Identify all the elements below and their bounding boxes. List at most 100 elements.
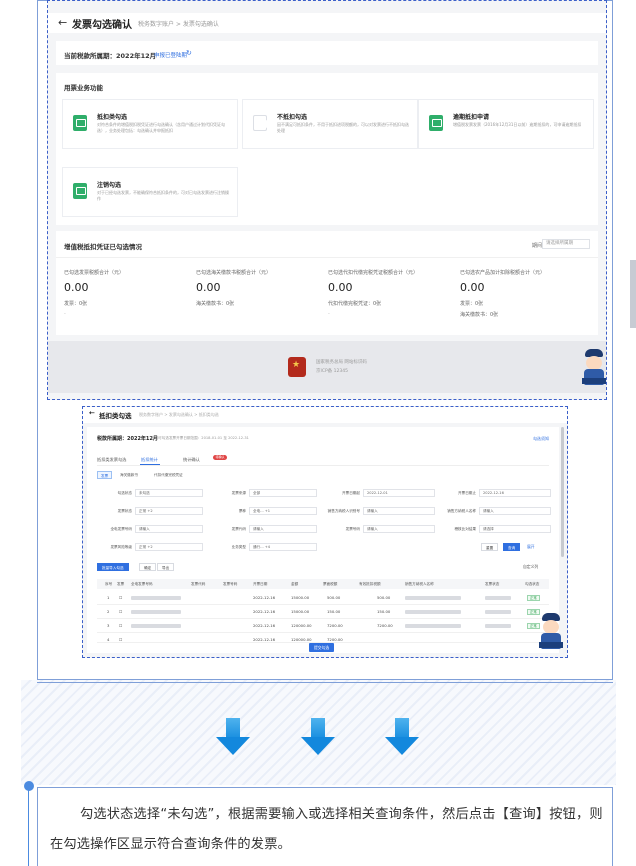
column-header: 开票日期 <box>253 582 268 586</box>
function-name: 不抵扣勾选 <box>277 114 308 121</box>
audit-result-select[interactable]: 稽核比对结果 请选择 <box>454 525 551 533</box>
field-value[interactable]: 正常 +2 <box>135 543 203 551</box>
side-scroll-tab[interactable] <box>630 260 636 328</box>
stat-extra: - <box>64 311 66 317</box>
amount: 15000.00 <box>291 595 310 600</box>
field-value[interactable]: 正常 +2 <box>135 507 203 515</box>
field-value[interactable]: 2022-12-01 <box>363 489 435 497</box>
back-arrow-icon[interactable]: ← <box>58 16 67 29</box>
issue-date-end[interactable]: 开票日期止 2022-12-16 <box>458 489 551 497</box>
invoice-status-select[interactable]: 发票状态 正常 +2 <box>118 507 203 515</box>
table-row[interactable]: 1 ☐ 2022-12-16 15000.00 500.00 500.00 正常 <box>97 591 549 605</box>
period-note: 当前可勾选发票开票日期范围：2018-01-01 至 2022-12-31 <box>151 436 249 440</box>
invoice-number-input[interactable]: 发票号码 请输入 <box>346 525 435 533</box>
stat-count: 发票：0张 <box>460 301 484 307</box>
e-invoice-number-input[interactable]: 全电发票号码 请输入 <box>110 525 203 533</box>
stat-customs-tax: 已勾选海关缴款书税额合计（元） 0.00 海关缴款书：0张 <box>196 269 326 307</box>
refresh-icon[interactable]: ↻ <box>186 49 192 57</box>
export-button[interactable]: 导出 <box>157 563 175 571</box>
stat-value: 0.00 <box>460 281 485 294</box>
field-value[interactable]: 全部 <box>249 489 317 497</box>
business-type-select[interactable]: 业务类型 通行... +4 <box>232 543 317 551</box>
stat-count: 代扣代缴完税凭证：0张 <box>328 301 382 307</box>
tab-invoice-selection[interactable]: 抵扣类发票勾选 <box>97 457 126 463</box>
field-value[interactable]: 请输入 <box>363 525 435 533</box>
back-arrow-icon[interactable]: ← <box>89 409 95 417</box>
issue-date-start[interactable]: 开票日期起 2022-12-01 <box>342 489 435 497</box>
bullet-dot-icon <box>24 781 34 791</box>
field-value[interactable]: 2022-12-16 <box>479 489 551 497</box>
site-footer: ★ 国家税务总局 网站标识码 京ICP备 12345 <box>48 341 606 393</box>
stat-label: 已勾选代扣代缴完税凭证税额合计（元） <box>328 270 419 276</box>
down-arrow-icon <box>301 718 335 758</box>
function-overdue-application[interactable]: 逾期抵扣申请 增值税发票发票（2016年12月31日以前）逾期抵扣的，可申请逾期… <box>418 99 594 149</box>
stat-label: 已勾选农产品加计扣除税额合计（元） <box>460 270 546 276</box>
field-value[interactable]: 未勾选 <box>135 489 203 497</box>
column-header: 序号 <box>105 582 113 586</box>
period-select-label: 期间 <box>532 243 543 249</box>
assistant-avatar-icon[interactable] <box>539 613 563 649</box>
invoice-type-select[interactable]: 票种 全电... +1 <box>239 507 317 515</box>
field-value[interactable]: 请输入 <box>249 525 317 533</box>
row-checkbox[interactable]: ☐ <box>119 619 122 633</box>
stat-value: 0.00 <box>328 281 353 294</box>
tab-statistics[interactable]: 抵扣统计 <box>141 457 158 463</box>
invoice-code-input[interactable]: 发票代码 请输入 <box>232 525 317 533</box>
amount: 15000.00 <box>291 609 310 614</box>
function-nondeductible-selection[interactable]: 不抵扣勾选 因不满足可抵扣条件，不用于抵扣进项税额的，可以对发票进行不抵扣勾选处… <box>242 99 418 149</box>
field-value[interactable]: 请选择 <box>479 525 551 533</box>
submit-selection-button[interactable]: 提交勾选 <box>309 643 335 652</box>
field-value[interactable]: 全电... +1 <box>249 507 317 515</box>
field-value[interactable]: 请输入 <box>363 507 435 515</box>
column-header: 有效抵扣税额 <box>359 582 381 586</box>
row-checkbox[interactable]: ☐ <box>119 591 122 605</box>
stat-value: 0.00 <box>196 281 221 294</box>
field-label: 开票日期止 <box>458 491 476 495</box>
assistant-avatar-icon[interactable] <box>582 349 606 385</box>
page-header: ← 抵扣类勾选 税务数字账户 > 发票勾选确认 > 抵扣类勾选 <box>83 407 567 423</box>
amount: 120000.00 <box>291 623 312 628</box>
tax-period: 税款所属期：2022年12月 <box>97 436 158 442</box>
function-name: 抵扣类勾选 <box>97 114 128 121</box>
field-value[interactable]: 通行... +4 <box>249 543 317 551</box>
expand-link[interactable]: 展开 <box>527 544 535 550</box>
chip-withholding[interactable]: 代扣代缴完税凭证 <box>151 471 186 479</box>
stat-value: 0.00 <box>64 281 89 294</box>
function-cancel-selection[interactable]: 注销勾选 对于已经勾选发票，不能确保符合抵扣条件的，可对已勾选发票进行注销操作 <box>62 167 238 217</box>
function-deductible-selection[interactable]: 抵扣类勾选 对符合条件的增值税扣税凭证进行勾选确认（含用户通过计划代扣凭证勾选）… <box>62 99 238 149</box>
function-desc: 对符合条件的增值税扣税凭证进行勾选确认（含用户通过计划代扣凭证勾选），业务处理包… <box>97 122 225 133</box>
scrollbar[interactable] <box>561 427 564 557</box>
confirm-row-button[interactable]: 确定 <box>139 563 157 571</box>
period-select[interactable]: 请选择所属期 <box>542 239 590 249</box>
field-value[interactable]: 请输入 <box>135 525 203 533</box>
function-name: 注销勾选 <box>97 182 122 189</box>
seller-taxid-input[interactable]: 销售方纳税人识别号 请输入 <box>328 507 435 515</box>
chip-invoice[interactable]: 发票 <box>97 471 113 479</box>
breadcrumb: 税务数字账户 > 发票勾选确认 <box>138 21 219 28</box>
table-row[interactable]: 4 ☐ 2022-12-16 120000.00 7200.00 <box>97 633 549 643</box>
query-button[interactable]: 查询 <box>503 543 521 551</box>
help-link[interactable]: 勾选须知 <box>533 436 549 442</box>
field-value[interactable]: 请输入 <box>479 507 551 515</box>
function-desc: 因不满足可抵扣条件，不用于抵扣进项税额的，可以对发票进行不抵扣勾选处理 <box>277 122 409 133</box>
tab-confirm[interactable]: 统计确认 <box>183 457 200 463</box>
seller-name-input[interactable]: 销售方纳税人名称 请输入 <box>447 507 551 515</box>
selection-status-select[interactable]: 勾选状态 未勾选 <box>118 489 203 497</box>
reset-button[interactable]: 重置 <box>481 543 499 551</box>
chip-customs[interactable]: 海关缴款书 <box>117 471 141 479</box>
invoice-source-select[interactable]: 发票来源 全部 <box>232 489 317 497</box>
page-title: 抵扣类勾选 <box>99 412 132 420</box>
redacted-value <box>405 605 461 619</box>
field-label: 业务类型 <box>231 545 246 549</box>
risk-level-select[interactable]: 发票风险等级 正常 +2 <box>110 543 203 551</box>
footer-line: 国家税务总局 网站标识码 <box>316 360 367 365</box>
batch-import-button[interactable]: 批量导入勾选 <box>97 563 129 571</box>
table-row[interactable]: 3 ☐ 2022-12-16 120000.00 7200.00 7200.00… <box>97 619 549 633</box>
row-checkbox[interactable]: ☐ <box>119 605 122 619</box>
tax-amount: 150.00 <box>327 609 341 614</box>
row-checkbox[interactable]: ☐ <box>119 633 122 642</box>
period-link[interactable]: 申报已登陆期 <box>154 51 187 59</box>
column-settings-link[interactable]: 自定义列 <box>523 564 538 570</box>
table-row[interactable]: 2 ☐ 2022-12-16 15000.00 150.00 150.00 正常 <box>97 605 549 619</box>
stat-invoice-tax: 已勾选发票税额合计（元） 0.00 发票：0张 - <box>64 269 194 317</box>
